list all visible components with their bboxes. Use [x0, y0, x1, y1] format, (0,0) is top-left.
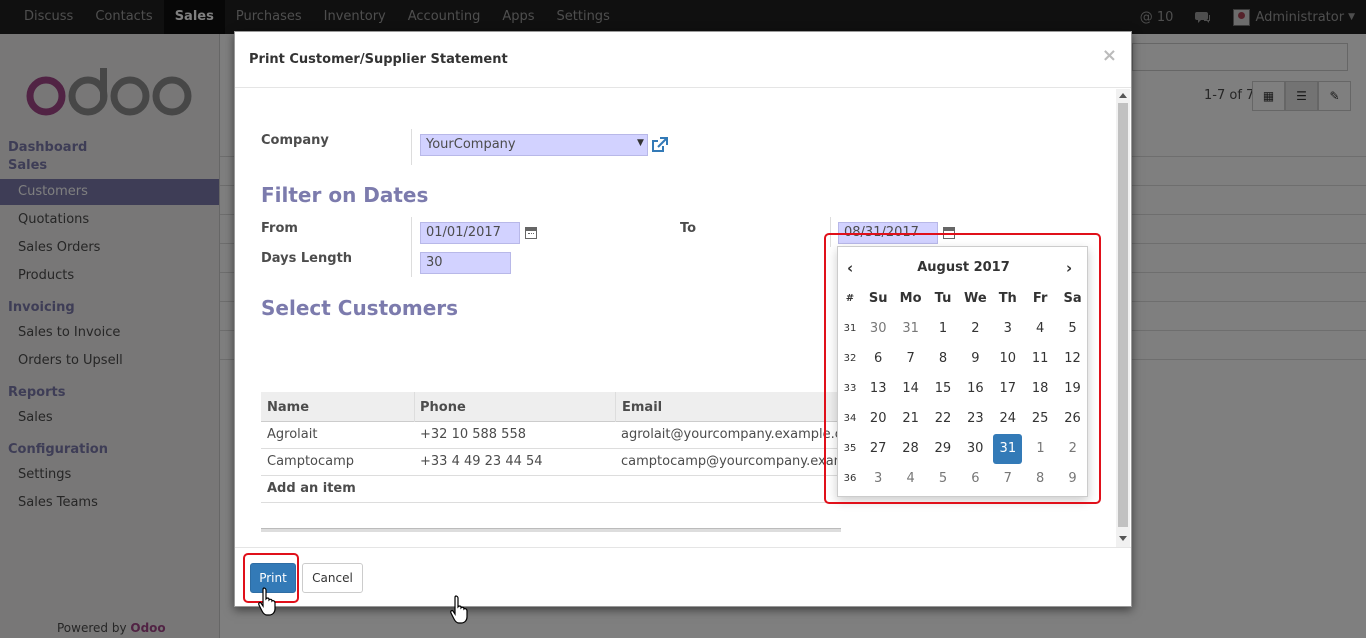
table-row[interactable]: Agrolait +32 10 588 558 agrolait@yourcom… — [261, 422, 863, 449]
dialog-header: Print Customer/Supplier Statement × — [235, 32, 1131, 88]
cell-phone: +33 4 49 23 44 54 — [420, 454, 543, 469]
scroll-down-icon[interactable] — [1119, 536, 1127, 541]
add-item-row: Add an item — [261, 476, 841, 503]
filter-dates-heading: Filter on Dates — [261, 183, 429, 207]
hand-cursor-icon — [450, 595, 468, 624]
cell-phone: +32 10 588 558 — [420, 427, 526, 442]
dialog-title: Print Customer/Supplier Statement — [249, 52, 508, 67]
from-label: From — [261, 221, 298, 236]
column-divider — [414, 392, 415, 422]
days-length-label: Days Length — [261, 251, 353, 266]
column-header-phone[interactable]: Phone — [420, 400, 466, 415]
cell-name: Camptocamp — [267, 454, 355, 469]
cancel-button[interactable]: Cancel — [302, 563, 363, 593]
select-customers-heading: Select Customers — [261, 296, 459, 320]
add-item-link[interactable]: Add an item — [267, 481, 356, 496]
calendar-icon[interactable] — [525, 227, 537, 239]
from-date-input[interactable]: 01/01/2017 — [420, 222, 520, 244]
company-select[interactable]: YourCompany — [420, 134, 648, 156]
scroll-up-icon[interactable] — [1119, 93, 1127, 98]
table-header: Name Phone Email — [261, 392, 841, 422]
column-header-email[interactable]: Email — [622, 400, 662, 415]
company-label: Company — [261, 133, 329, 148]
cell-name: Agrolait — [267, 427, 318, 442]
column-divider — [615, 392, 616, 422]
dialog-scrollbar[interactable] — [1116, 89, 1130, 547]
divider — [411, 129, 412, 165]
table-row[interactable]: Camptocamp +33 4 49 23 44 54 camptocamp@… — [261, 449, 898, 476]
column-header-name[interactable]: Name — [267, 400, 309, 415]
scroll-thumb[interactable] — [1118, 103, 1128, 527]
hand-cursor-icon — [258, 587, 276, 616]
days-length-input[interactable]: 30 — [420, 252, 511, 274]
close-icon[interactable]: × — [1102, 45, 1117, 66]
divider — [411, 217, 412, 277]
select-caret-icon: ▼ — [637, 138, 644, 148]
datepicker-highlight — [824, 233, 1101, 504]
table-scroll-footer — [261, 528, 841, 532]
dialog-footer: Print Cancel — [235, 547, 1131, 607]
customers-table: Name Phone Email Agrolait +32 10 588 558… — [261, 392, 898, 503]
external-link-icon[interactable] — [651, 137, 669, 154]
to-label: To — [680, 221, 697, 236]
